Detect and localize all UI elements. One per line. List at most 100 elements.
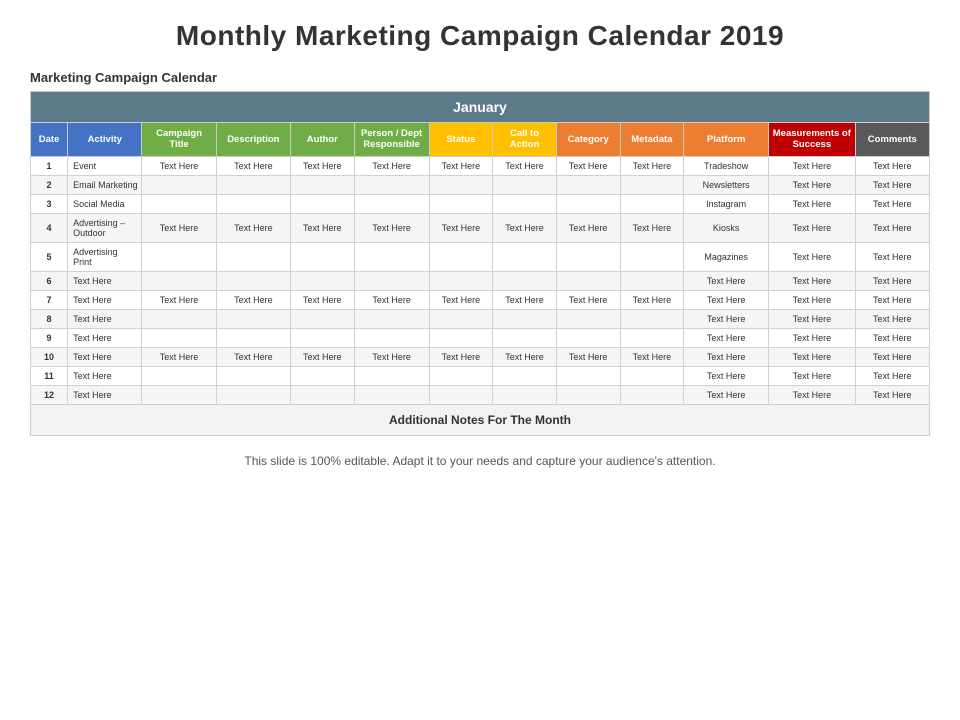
cell-comments: Text Here xyxy=(855,366,929,385)
cell-person xyxy=(354,242,429,271)
cell-comments: Text Here xyxy=(855,175,929,194)
cell-platform: Text Here xyxy=(684,347,769,366)
cell-platform: Newsletters xyxy=(684,175,769,194)
cell-campaign xyxy=(142,242,216,271)
table-row: 4Advertising – OutdoorText HereText Here… xyxy=(31,213,930,242)
cell-author xyxy=(290,385,354,404)
cell-metadata xyxy=(620,175,684,194)
cell-platform: Text Here xyxy=(684,290,769,309)
cell-cta xyxy=(493,328,557,347)
notes-label: Additional Notes For The Month xyxy=(31,404,930,435)
cell-date: 12 xyxy=(31,385,68,404)
col-header-desc: Description xyxy=(216,123,290,157)
cell-person: Text Here xyxy=(354,213,429,242)
cell-author xyxy=(290,194,354,213)
cell-measure: Text Here xyxy=(769,328,856,347)
cell-activity: Text Here xyxy=(68,328,142,347)
cell-activity: Advertising – Outdoor xyxy=(68,213,142,242)
cell-author xyxy=(290,242,354,271)
cell-campaign xyxy=(142,385,216,404)
col-header-metadata: Metadata xyxy=(620,123,684,157)
cell-campaign: Text Here xyxy=(142,156,216,175)
cell-person xyxy=(354,194,429,213)
cell-cta: Text Here xyxy=(493,213,557,242)
cell-cta xyxy=(493,175,557,194)
cell-person xyxy=(354,175,429,194)
cell-category xyxy=(556,309,620,328)
cell-platform: Kiosks xyxy=(684,213,769,242)
cell-date: 9 xyxy=(31,328,68,347)
cell-metadata xyxy=(620,242,684,271)
cell-status xyxy=(429,328,493,347)
cell-measure: Text Here xyxy=(769,309,856,328)
cell-person: Text Here xyxy=(354,347,429,366)
cell-person: Text Here xyxy=(354,156,429,175)
cell-measure: Text Here xyxy=(769,156,856,175)
col-header-measure: Measurements of Success xyxy=(769,123,856,157)
col-header-comments: Comments xyxy=(855,123,929,157)
cell-author: Text Here xyxy=(290,156,354,175)
cell-date: 3 xyxy=(31,194,68,213)
cell-category xyxy=(556,328,620,347)
cell-desc: Text Here xyxy=(216,156,290,175)
cell-measure: Text Here xyxy=(769,347,856,366)
table-row: 6Text HereText HereText HereText Here xyxy=(31,271,930,290)
col-header-cta: Call to Action xyxy=(493,123,557,157)
cell-comments: Text Here xyxy=(855,242,929,271)
cell-metadata: Text Here xyxy=(620,347,684,366)
cell-cta xyxy=(493,366,557,385)
cell-desc: Text Here xyxy=(216,290,290,309)
cell-category: Text Here xyxy=(556,347,620,366)
cell-desc xyxy=(216,175,290,194)
cell-status: Text Here xyxy=(429,156,493,175)
cell-platform: Text Here xyxy=(684,309,769,328)
cell-author: Text Here xyxy=(290,290,354,309)
col-header-activity: Activity xyxy=(68,123,142,157)
table-row: 3Social MediaInstagramText HereText Here xyxy=(31,194,930,213)
cell-date: 10 xyxy=(31,347,68,366)
cell-category: Text Here xyxy=(556,290,620,309)
cell-desc xyxy=(216,271,290,290)
table-row: 9Text HereText HereText HereText Here xyxy=(31,328,930,347)
cell-desc xyxy=(216,309,290,328)
cell-activity: Social Media xyxy=(68,194,142,213)
cell-desc xyxy=(216,385,290,404)
cell-activity: Text Here xyxy=(68,347,142,366)
cell-desc xyxy=(216,194,290,213)
table-row: 11Text HereText HereText HereText Here xyxy=(31,366,930,385)
cell-author xyxy=(290,271,354,290)
cell-metadata xyxy=(620,194,684,213)
cell-comments: Text Here xyxy=(855,194,929,213)
col-header-category: Category xyxy=(556,123,620,157)
cell-campaign: Text Here xyxy=(142,290,216,309)
table-row: 2Email MarketingNewslettersText HereText… xyxy=(31,175,930,194)
cell-desc xyxy=(216,242,290,271)
cell-author xyxy=(290,328,354,347)
col-header-status: Status xyxy=(429,123,493,157)
cell-author xyxy=(290,366,354,385)
cell-platform: Text Here xyxy=(684,385,769,404)
cell-campaign: Text Here xyxy=(142,347,216,366)
cell-date: 4 xyxy=(31,213,68,242)
col-header-platform: Platform xyxy=(684,123,769,157)
cell-cta: Text Here xyxy=(493,156,557,175)
cell-metadata: Text Here xyxy=(620,156,684,175)
cell-author xyxy=(290,309,354,328)
cell-metadata xyxy=(620,366,684,385)
cell-metadata: Text Here xyxy=(620,213,684,242)
table-row: 10Text HereText HereText HereText HereTe… xyxy=(31,347,930,366)
cell-date: 1 xyxy=(31,156,68,175)
cell-measure: Text Here xyxy=(769,366,856,385)
cell-campaign: Text Here xyxy=(142,213,216,242)
calendar-table: January DateActivityCampaign TitleDescri… xyxy=(30,91,930,436)
table-row: 1EventText HereText HereText HereText He… xyxy=(31,156,930,175)
cell-cta xyxy=(493,271,557,290)
cell-campaign xyxy=(142,309,216,328)
cell-date: 11 xyxy=(31,366,68,385)
column-header-row: DateActivityCampaign TitleDescriptionAut… xyxy=(31,123,930,157)
cell-comments: Text Here xyxy=(855,309,929,328)
cell-category xyxy=(556,366,620,385)
cell-platform: Text Here xyxy=(684,366,769,385)
cell-platform: Magazines xyxy=(684,242,769,271)
cell-measure: Text Here xyxy=(769,175,856,194)
